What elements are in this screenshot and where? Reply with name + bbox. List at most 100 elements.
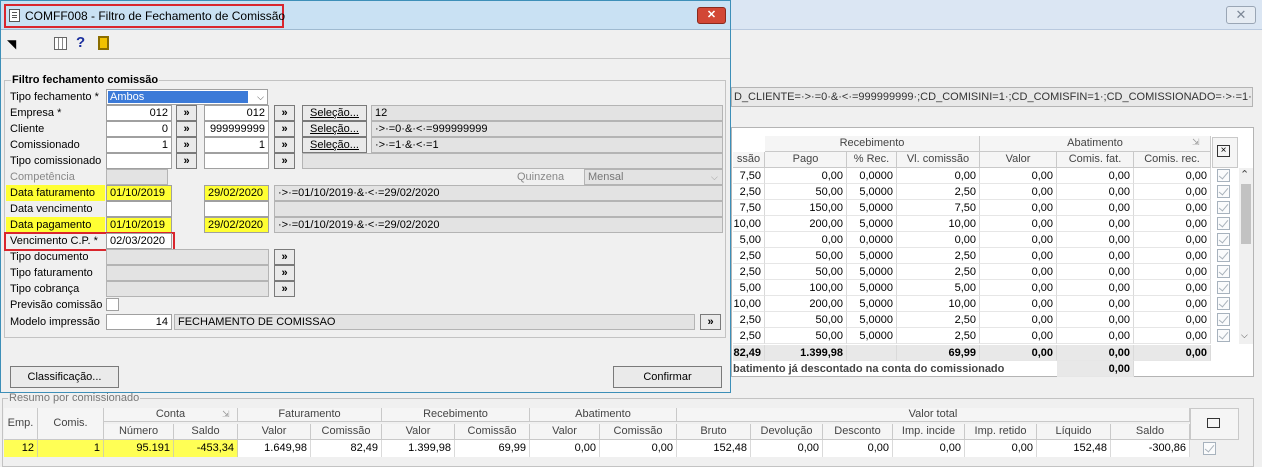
data-vencimento-selection-field (274, 201, 723, 217)
grid-cell: 0,00 (980, 216, 1057, 232)
cliente-to-field[interactable]: 999999999 (204, 121, 269, 137)
comissionado-selection-field: ·>·=1·&·<·=1 (371, 137, 723, 153)
previsao-comissao-checkbox[interactable] (106, 298, 119, 311)
calendar-grid-icon[interactable] (54, 37, 67, 50)
row-checkbox[interactable] (1217, 313, 1230, 326)
summary-column-header[interactable]: Imp. retido (965, 424, 1037, 440)
grid-cell: 10,00 (733, 296, 765, 312)
grid-column-header[interactable]: Vl. comissão (897, 152, 980, 168)
grid-column-header[interactable]: Valor (980, 152, 1057, 168)
grid-cell: 0,00 (1057, 328, 1134, 344)
summary-row-checkbox[interactable] (1203, 442, 1216, 455)
summary-column-header[interactable]: Saldo (174, 424, 238, 440)
tipo-faturamento-arrow-button[interactable]: » (274, 265, 295, 281)
classificacao-button[interactable]: Classificação... (10, 366, 119, 388)
row-checkbox[interactable] (1217, 281, 1230, 294)
cliente-to-arrow-button[interactable]: » (274, 121, 295, 137)
square-icon[interactable] (1207, 418, 1220, 428)
grid-cell: 0,00 (980, 232, 1057, 248)
summary-column-header[interactable]: Número (104, 424, 174, 440)
summary-column-header[interactable]: Comissão (455, 424, 530, 440)
summary-column-header[interactable]: Comissão (311, 424, 382, 440)
summary-column-header[interactable]: Valor (382, 424, 455, 440)
summary-column-header[interactable]: Bruto (677, 424, 751, 440)
grid-cell: 0,00 (1134, 248, 1211, 264)
help-icon[interactable]: ? (76, 34, 85, 51)
data-faturamento-to-field[interactable]: 29/02/2020 (204, 185, 269, 201)
grid-cell: 2,50 (733, 248, 765, 264)
summary-cell: 1.649,98 (238, 440, 311, 457)
tipo-documento-arrow-button[interactable]: » (274, 249, 295, 265)
modelo-impressao-arrow-button[interactable]: » (700, 314, 721, 330)
comissionado-to-field[interactable]: 1 (204, 137, 269, 153)
grid-cell: 7,50 (897, 200, 980, 216)
comissionado-selecao-button[interactable]: Seleção... (302, 137, 367, 153)
row-checkbox[interactable] (1217, 201, 1230, 214)
grid-column-header[interactable]: Comis. rec. (1134, 152, 1211, 168)
grid-cell: 2,50 (897, 264, 980, 280)
door-exit-icon[interactable] (98, 36, 109, 50)
grid-column-header[interactable]: % Rec. (847, 152, 897, 168)
tipo-fechamento-select[interactable]: Ambos ⌵ (106, 89, 268, 105)
summary-column-header[interactable]: Desconto (823, 424, 893, 440)
row-checkbox[interactable] (1217, 265, 1230, 278)
data-vencimento-to-field[interactable] (204, 201, 269, 217)
modelo-impressao-code-field[interactable]: 14 (106, 314, 172, 330)
row-checkbox[interactable] (1217, 329, 1230, 342)
grid-cell: 5,0000 (847, 184, 897, 200)
data-pagamento-to-field[interactable]: 29/02/2020 (204, 217, 269, 233)
grid-column-header[interactable]: Pago (765, 152, 847, 168)
data-pagamento-from-field[interactable]: 01/10/2019 (106, 217, 172, 233)
dialog-close-button[interactable]: ✕ (697, 7, 726, 24)
chevron-up-icon[interactable]: ⌃ (1240, 168, 1249, 181)
comissionado-from-field[interactable]: 1 (106, 137, 172, 153)
chevron-down-icon[interactable]: ⌵ (1241, 330, 1248, 341)
cliente-from-field[interactable]: 0 (106, 121, 172, 137)
row-checkbox[interactable] (1217, 185, 1230, 198)
summary-scrollbar[interactable] (1239, 440, 1253, 457)
empresa-to-arrow-button[interactable]: » (274, 105, 295, 121)
tipo-comissionado-from-arrow-button[interactable]: » (176, 153, 197, 169)
tipo-comissionado-from-field[interactable] (106, 153, 172, 169)
cliente-from-arrow-button[interactable]: » (176, 121, 197, 137)
empresa-selecao-button[interactable]: Seleção... (302, 105, 367, 121)
exit-arrow-icon[interactable]: ◥ (7, 38, 19, 50)
row-checkbox[interactable] (1217, 249, 1230, 262)
scrollbar-thumb[interactable] (1241, 184, 1251, 244)
summary-column-header[interactable]: Líquido (1037, 424, 1111, 440)
grid-column-header[interactable]: ssão (733, 152, 765, 168)
row-checkbox[interactable] (1217, 217, 1230, 230)
grid-column-header[interactable]: Comis. fat. (1057, 152, 1134, 168)
vencimento-cp-field[interactable]: 02/03/2020 (106, 233, 172, 249)
empresa-from-arrow-button[interactable]: » (176, 105, 197, 121)
confirmar-button[interactable]: Confirmar (613, 366, 722, 388)
close-box-icon[interactable]: × (1217, 145, 1230, 157)
summary-column-header[interactable]: Valor (530, 424, 600, 440)
row-checkbox[interactable] (1217, 297, 1230, 310)
data-vencimento-from-field[interactable] (106, 201, 172, 217)
tipo-comissionado-to-arrow-button[interactable]: » (274, 153, 295, 169)
row-checkbox[interactable] (1217, 233, 1230, 246)
field-label-tipo_comissionado: Tipo comissionado (10, 155, 102, 167)
empresa-to-field[interactable]: 012 (204, 105, 269, 121)
summary-column-header[interactable]: Valor (238, 424, 311, 440)
grid-cell: 2,50 (897, 328, 980, 344)
data-faturamento-from-field[interactable]: 01/10/2019 (106, 185, 172, 201)
summary-column-header[interactable]: Saldo (1111, 424, 1190, 440)
summary-cell: 0,00 (751, 440, 823, 457)
summary-column-header[interactable]: Imp. incide (893, 424, 965, 440)
comissionado-to-arrow-button[interactable]: » (274, 137, 295, 153)
summary-group-abatimento: Abatimento (530, 408, 677, 422)
summary-column-header[interactable]: Comissão (600, 424, 677, 440)
row-checkbox[interactable] (1217, 169, 1230, 182)
competencia-field (106, 169, 168, 185)
tipo-cobranca-arrow-button[interactable]: » (274, 281, 295, 297)
summary-column-header[interactable]: Devolução (751, 424, 823, 440)
cliente-selecao-button[interactable]: Seleção... (302, 121, 367, 137)
tipo-comissionado-to-field[interactable] (204, 153, 269, 169)
comissionado-from-arrow-button[interactable]: » (176, 137, 197, 153)
grid-cell: 0,00 (765, 232, 847, 248)
empresa-from-field[interactable]: 012 (106, 105, 172, 121)
main-window-close-button[interactable]: ✕ (1226, 6, 1256, 24)
field-label-data_vencimento: Data vencimento (10, 203, 93, 215)
